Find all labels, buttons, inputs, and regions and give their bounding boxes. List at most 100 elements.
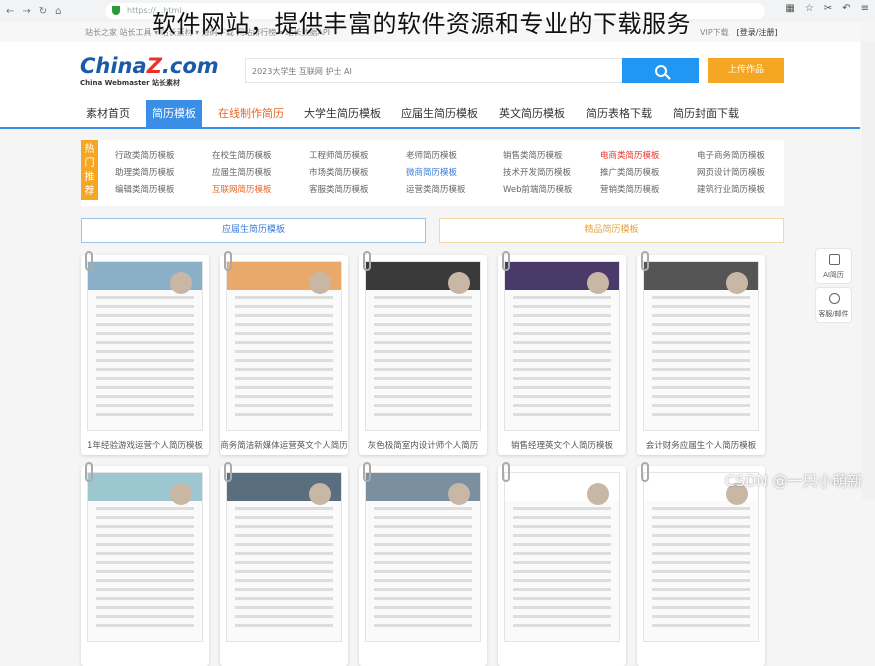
portrait — [170, 272, 192, 294]
hot-link[interactable]: 市场类简历模板 — [309, 166, 406, 178]
nav-item[interactable]: 在线制作简历 — [212, 100, 290, 127]
hot-link[interactable]: 销售类简历模板 — [503, 149, 600, 161]
nav-item[interactable]: 简历表格下载 — [580, 100, 658, 127]
nav-item[interactable]: 应届生简历模板 — [395, 100, 484, 127]
hot-link[interactable]: 客服类简历模板 — [309, 183, 406, 195]
nav-item[interactable]: 简历封面下载 — [667, 100, 745, 127]
menu-icon[interactable]: ≡ — [861, 3, 869, 14]
template-caption: 灰色极简室内设计师个人简历 — [367, 441, 479, 451]
template-card[interactable]: 会计财务应届生个人简历模板 — [637, 251, 765, 455]
portrait — [587, 483, 609, 505]
template-thumbnail — [87, 472, 203, 642]
upload-button[interactable]: 上传作品 — [708, 58, 784, 83]
nav-item[interactable]: 大学生简历模板 — [298, 100, 387, 127]
nav-item[interactable]: 英文简历模板 — [493, 100, 571, 127]
hot-link[interactable]: 工程师简历模板 — [309, 149, 406, 161]
tab-graduate-templates[interactable]: 应届生简历模板 — [81, 218, 426, 243]
tools-icon[interactable]: ✂ — [824, 3, 832, 14]
reload-icon[interactable]: ↻ — [39, 6, 47, 17]
overlay-title: 软件网站，提供丰富的软件资源和专业的下载服务 — [152, 10, 691, 38]
portrait — [309, 272, 331, 294]
tab-premium-templates[interactable]: 精品简历模板 — [439, 218, 784, 243]
template-card[interactable]: 销售经理英文个人简历模板 — [498, 251, 626, 455]
hot-link[interactable]: Web前端简历模板 — [503, 183, 600, 195]
template-thumbnail — [504, 261, 620, 431]
extensions-icon[interactable]: ▦ — [785, 3, 794, 14]
paperclip-icon — [224, 251, 232, 271]
template-caption: 销售经理英文个人简历模板 — [510, 441, 613, 451]
portrait — [309, 483, 331, 505]
hot-link[interactable]: 互联网简历模板 — [212, 183, 309, 195]
portrait — [170, 483, 192, 505]
search-button[interactable] — [622, 58, 699, 83]
hot-tag: 热门推荐 — [81, 140, 98, 200]
portrait — [726, 272, 748, 294]
paperclip-icon — [85, 462, 93, 482]
portrait — [448, 483, 470, 505]
watermark: CSDN @一只小萌新 — [725, 472, 863, 490]
portrait — [448, 272, 470, 294]
document-icon — [829, 254, 840, 265]
hot-link[interactable]: 网页设计简历模板 — [697, 166, 794, 178]
hot-link[interactable]: 在校生简历模板 — [212, 149, 309, 161]
hot-link[interactable]: 技术开发简历模板 — [503, 166, 600, 178]
paperclip-icon — [85, 251, 93, 271]
hot-link[interactable]: 推广类简历模板 — [600, 166, 697, 178]
template-thumbnail — [226, 472, 342, 642]
paperclip-icon — [641, 462, 649, 482]
paperclip-icon — [224, 462, 232, 482]
hot-link[interactable]: 营销类简历模板 — [600, 183, 697, 195]
headset-icon — [829, 293, 840, 304]
hot-recommend-panel: 热门推荐 行政类简历模板 在校生简历模板 工程师简历模板 老师简历模板 销售类简历模板电… — [81, 140, 784, 206]
template-thumbnail — [643, 261, 759, 431]
portrait — [587, 272, 609, 294]
template-caption: 会计财务应届生个人简历模板 — [645, 441, 757, 451]
template-caption: 1年经验游戏运营个人简历模板 — [87, 441, 203, 451]
template-thumbnail — [643, 472, 759, 642]
hot-link[interactable]: 行政类简历模板 — [115, 149, 212, 161]
nav-item[interactable]: 素材首页 — [80, 100, 136, 127]
paperclip-icon — [363, 251, 371, 271]
hot-link[interactable]: 微商简历模板 — [406, 166, 503, 178]
bookmark-icon[interactable]: ☆ — [805, 3, 814, 14]
template-card[interactable] — [220, 462, 348, 666]
support-button[interactable]: 客服/邮件 — [815, 287, 852, 323]
paperclip-icon — [502, 251, 510, 271]
home-icon[interactable]: ⌂ — [55, 6, 61, 17]
template-card[interactable] — [637, 462, 765, 666]
template-card[interactable] — [81, 462, 209, 666]
main-nav: 素材首页 简历模板 在线制作简历 大学生简历模板 应届生简历模板 英文简历模板 … — [0, 100, 860, 129]
hot-link[interactable]: 老师简历模板 — [406, 149, 503, 161]
template-card[interactable] — [359, 462, 487, 666]
secure-shield-icon — [112, 6, 120, 15]
paperclip-icon — [641, 251, 649, 271]
template-card[interactable] — [498, 462, 626, 666]
template-card[interactable]: 灰色极简室内设计师个人简历 — [359, 251, 487, 455]
search-icon — [654, 64, 667, 77]
template-caption: 商务简洁新媒体运营英文个人简历 — [220, 441, 348, 451]
template-thumbnail — [504, 472, 620, 642]
hot-link[interactable]: 运营类简历模板 — [406, 183, 503, 195]
vip-link[interactable]: VIP下载 — [700, 28, 729, 37]
paperclip-icon — [363, 462, 371, 482]
template-thumbnail — [226, 261, 342, 431]
hot-link[interactable]: 建筑行业简历模板 — [697, 183, 794, 195]
hot-link[interactable]: 编辑类简历模板 — [115, 183, 212, 195]
template-thumbnail — [365, 472, 481, 642]
hot-link[interactable]: 电子商务简历模板 — [697, 149, 794, 161]
undo-icon[interactable]: ↶ — [842, 3, 850, 14]
hot-link[interactable]: 应届生简历模板 — [212, 166, 309, 178]
search-input[interactable]: 2023大学生 互联网 护士 AI — [245, 58, 623, 83]
back-icon[interactable]: ← — [6, 6, 14, 17]
template-card[interactable]: 商务简洁新媒体运营英文个人简历 — [220, 251, 348, 455]
forward-icon[interactable]: → — [22, 6, 30, 17]
hot-link[interactable]: 助理类简历模板 — [115, 166, 212, 178]
ai-resume-button[interactable]: AI简历 — [815, 248, 852, 284]
site-header: ChinaZ.com China Webmaster 站长素材 2023大学生 … — [0, 42, 860, 100]
hot-link[interactable]: 电商类简历模板 — [600, 149, 697, 161]
login-link[interactable]: [登录/注册] — [737, 28, 778, 37]
scrollbar[interactable] — [862, 42, 875, 500]
nav-item-active[interactable]: 简历模板 — [146, 100, 202, 127]
logo[interactable]: ChinaZ.com China Webmaster 站长素材 — [80, 54, 219, 88]
template-card[interactable]: 1年经验游戏运营个人简历模板 — [81, 251, 209, 455]
